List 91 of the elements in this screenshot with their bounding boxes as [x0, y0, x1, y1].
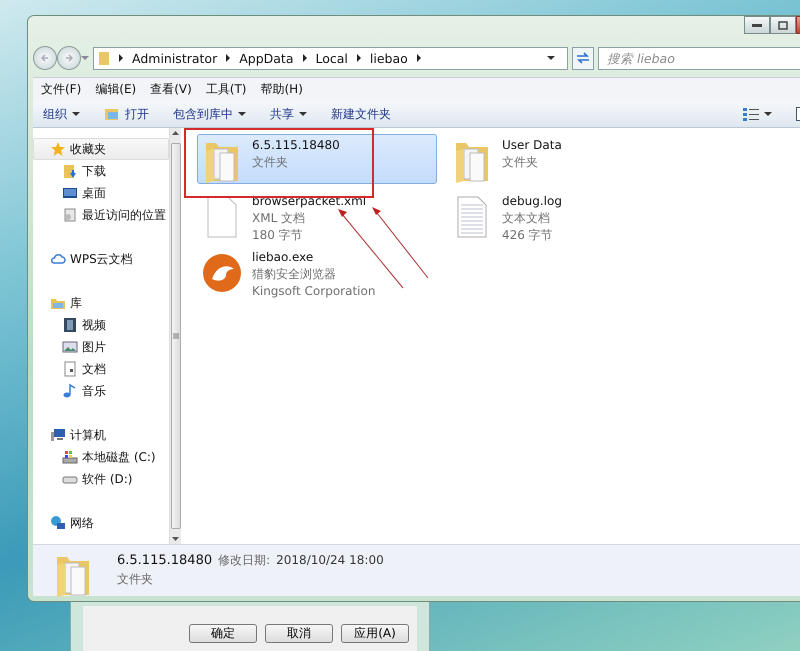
menu-item[interactable]: 帮助(H)	[260, 81, 303, 98]
document-icon	[62, 361, 78, 377]
file-info: 文本文档	[502, 210, 551, 227]
sidebar-item[interactable]: WPS云文档	[33, 248, 169, 270]
sidebar-item[interactable]: 下载	[33, 160, 169, 182]
refresh-icon	[576, 52, 590, 64]
refresh-button[interactable]	[572, 46, 594, 70]
view-options-button[interactable]	[743, 107, 772, 121]
sidebar-item[interactable]: 网络	[33, 512, 169, 534]
download-folder-icon	[62, 163, 78, 179]
caret-icon	[764, 111, 772, 117]
sidebar-item[interactable]: 视频	[33, 314, 169, 336]
file-item[interactable]: User Data 文件夹	[447, 134, 687, 184]
view-list-icon	[743, 107, 759, 121]
maximize-icon	[778, 20, 788, 30]
dialog-button[interactable]: 确定	[189, 624, 257, 643]
sidebar-item[interactable]: 计算机	[33, 424, 169, 446]
music-note-icon	[62, 383, 78, 399]
scroll-up-icon	[172, 131, 179, 135]
dialog-button[interactable]: 取消	[265, 624, 333, 643]
caret-icon	[81, 55, 89, 61]
menu-item[interactable]: 工具(T)	[206, 81, 246, 98]
search-field[interactable]: 搜索 liebao	[598, 46, 800, 70]
open-folder-icon	[104, 106, 120, 122]
chevron-icon	[302, 54, 308, 62]
chevron-icon	[416, 54, 422, 62]
caret-icon	[299, 111, 307, 117]
detail-value: 2018/10/24 18:00	[276, 552, 384, 569]
recent-places-icon	[62, 207, 78, 223]
file-item[interactable]: 6.5.115.18480 文件夹	[197, 134, 437, 184]
toolbar-button[interactable]: 共享	[270, 106, 307, 122]
file-name: debug.log	[502, 193, 562, 210]
chevron-icon	[356, 54, 362, 62]
sidebar-item[interactable]: 文档	[33, 358, 169, 380]
file-info: XML 文档	[252, 210, 306, 227]
detail-label: 修改日期:	[218, 552, 270, 569]
menu-item[interactable]: 查看(V)	[150, 81, 192, 98]
sidebar-item[interactable]: 本地磁盘 (C:)	[33, 446, 169, 468]
film-icon	[62, 317, 78, 333]
computer-icon	[50, 427, 66, 443]
file-name: browserpacket.xml	[252, 193, 366, 210]
dialog-button[interactable]: 应用(A)	[341, 624, 409, 643]
address-bar[interactable]: Administrator AppData Local liebao	[93, 46, 568, 70]
sidebar-item[interactable]: 软件 (D:)	[33, 468, 169, 490]
file-info: 猎豹安全浏览器	[252, 266, 337, 283]
caret-icon	[547, 55, 555, 61]
back-button[interactable]	[33, 46, 57, 70]
breadcrumb[interactable]: liebao	[370, 50, 408, 66]
breadcrumb[interactable]: Local	[316, 50, 348, 66]
maximize-button[interactable]	[770, 16, 796, 34]
forward-arrow-icon	[64, 53, 74, 63]
scrollbar[interactable]	[169, 128, 181, 544]
sidebar-item[interactable]: 图片	[33, 336, 169, 358]
file-info: 文件夹	[502, 154, 539, 171]
forward-button[interactable]	[57, 46, 81, 70]
file-name: 6.5.115.18480	[252, 137, 340, 154]
menu-item[interactable]: 编辑(E)	[95, 81, 136, 98]
chevron-icon	[118, 54, 124, 62]
toolbar-button[interactable]: 包含到库中	[173, 106, 246, 122]
breadcrumb[interactable]: Administrator	[132, 50, 218, 66]
sidebar-item[interactable]: 收藏夹	[33, 138, 169, 160]
back-arrow-icon	[40, 53, 50, 63]
picture-icon	[62, 339, 78, 355]
sidebar-item[interactable]: 音乐	[33, 380, 169, 402]
desktop-icon	[62, 185, 78, 201]
sidebar-item[interactable]: 最近访问的位置	[33, 204, 169, 226]
toolbar-button[interactable]: 组织	[43, 106, 80, 122]
caret-icon	[72, 111, 80, 117]
chevron-icon	[225, 54, 232, 62]
annotation-arrow	[372, 207, 428, 278]
file-info: 文件夹	[252, 154, 289, 171]
minimize-icon	[752, 24, 762, 26]
sidebar-item[interactable]: 桌面	[33, 182, 169, 204]
cloud-icon	[50, 251, 66, 267]
scrollbar-thumb[interactable]	[170, 143, 180, 529]
file-name: liebao.exe	[252, 249, 314, 266]
folder-icon	[98, 50, 110, 66]
sidebar-item[interactable]: 库	[33, 292, 169, 314]
network-icon	[50, 515, 66, 531]
hard-drive-icon	[62, 449, 78, 465]
toolbar-button[interactable]: 打开	[104, 106, 149, 122]
star-icon	[50, 141, 66, 157]
detail-type: 文件夹	[117, 571, 154, 588]
minimize-button[interactable]	[744, 16, 770, 34]
file-name: User Data	[502, 137, 562, 154]
detail-name: 6.5.115.18480	[117, 552, 212, 570]
scroll-down-icon	[172, 537, 179, 541]
toolbar-button[interactable]: 新建文件夹	[331, 106, 391, 122]
caret-icon	[238, 111, 246, 117]
menu-item[interactable]: 文件(F)	[41, 81, 82, 98]
breadcrumb[interactable]: AppData	[239, 50, 294, 66]
